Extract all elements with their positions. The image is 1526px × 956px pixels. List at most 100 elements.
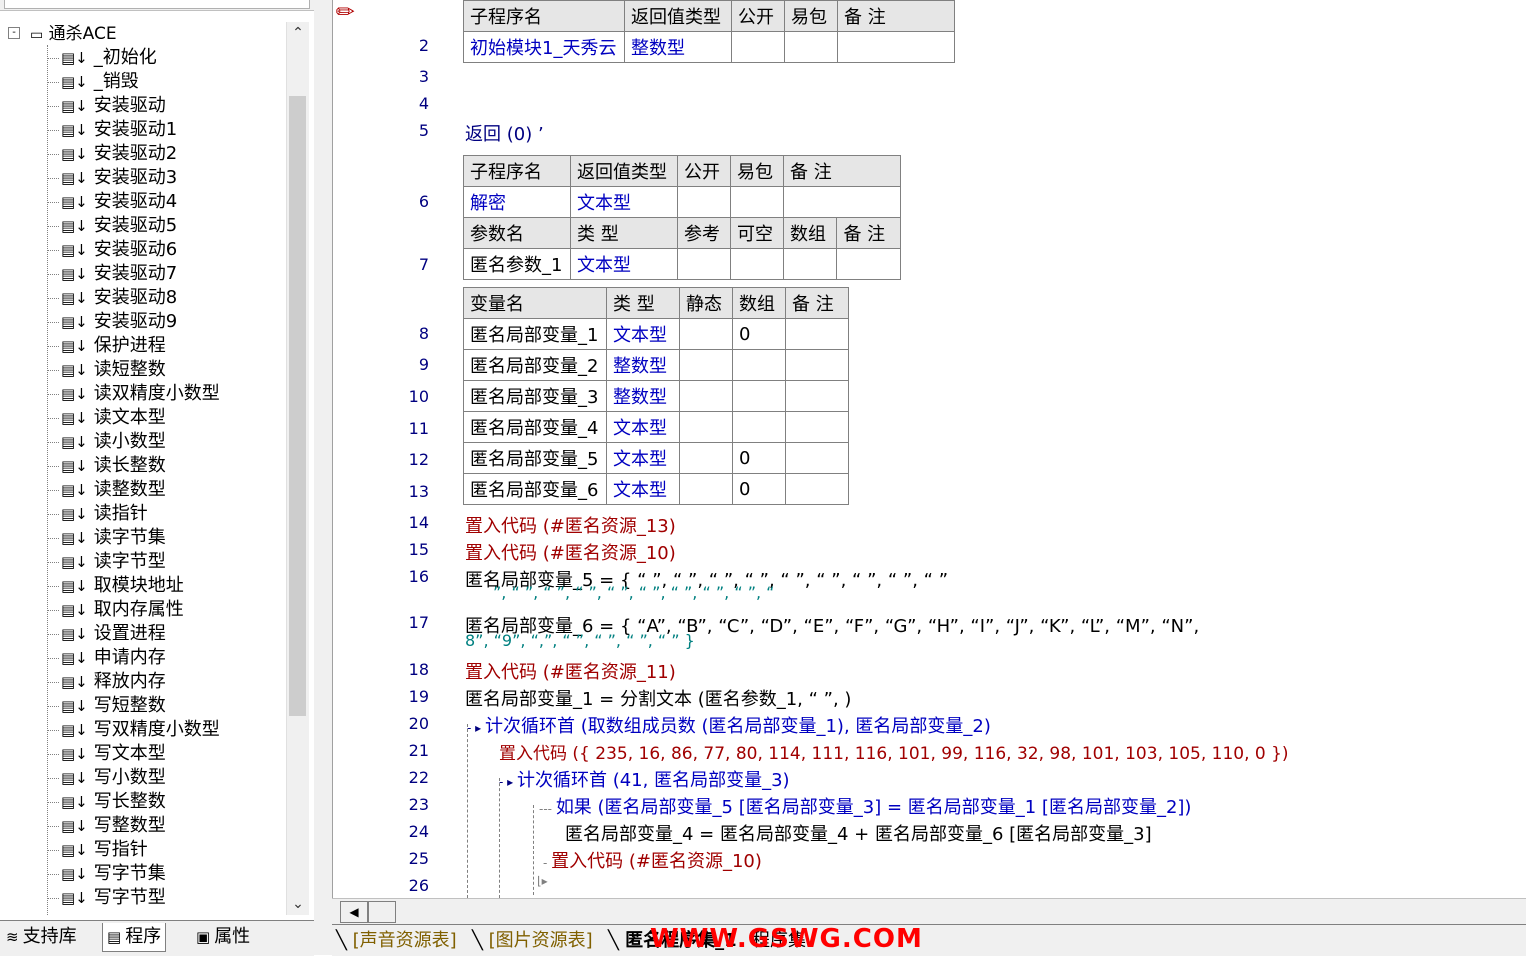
return-type[interactable]: 文本型 bbox=[570, 186, 678, 218]
var-static[interactable] bbox=[679, 442, 733, 474]
tree-item[interactable]: ▤↓ 读字节型 bbox=[47, 550, 166, 574]
param-nullable[interactable] bbox=[730, 248, 784, 280]
code-line-24[interactable]: 匿名局部变量_4 = 匿名局部变量_4 + 匿名局部变量_6 [匿名局部变量_3… bbox=[565, 820, 1152, 846]
tree-item[interactable]: ▤↓ 安装驱动3 bbox=[47, 166, 177, 190]
scroll-thumb[interactable] bbox=[289, 96, 306, 716]
var-type[interactable]: 整数型 bbox=[606, 380, 680, 412]
tree-item[interactable]: ▤↓ 安装驱动6 bbox=[47, 238, 177, 262]
return-type[interactable]: 整数型 bbox=[624, 31, 732, 63]
var-type[interactable]: 文本型 bbox=[606, 442, 680, 474]
var-remark[interactable] bbox=[785, 380, 849, 412]
var-remark[interactable] bbox=[785, 349, 849, 381]
var-remark[interactable] bbox=[785, 473, 849, 505]
tree-item[interactable]: ▤↓ 读文本型 bbox=[47, 406, 166, 430]
tab-sound-resources[interactable]: ╲ [声音资源表] bbox=[336, 928, 457, 954]
tree-item[interactable]: ▤↓ 写长整数 bbox=[47, 790, 166, 814]
var-type[interactable]: 整数型 bbox=[606, 349, 680, 381]
tree-item[interactable]: ▤↓ 安装驱动5 bbox=[47, 214, 177, 238]
var-array[interactable] bbox=[732, 380, 786, 412]
param-remark[interactable] bbox=[836, 248, 901, 280]
var-name[interactable]: 匿名局部变量_1 bbox=[463, 318, 607, 350]
scroll-down-icon[interactable]: ⌄ bbox=[287, 893, 309, 915]
var-type[interactable]: 文本型 bbox=[606, 411, 680, 443]
tree-scrollbar[interactable]: ⌃ ⌄ bbox=[286, 22, 309, 915]
tree-item[interactable]: ▤↓ 写短整数 bbox=[47, 694, 166, 718]
tree-item[interactable]: ▤↓ 设置进程 bbox=[47, 622, 166, 646]
var-remark[interactable] bbox=[785, 318, 849, 350]
tab-properties[interactable]: ▣ 属性 bbox=[196, 923, 250, 951]
scroll-right-button[interactable] bbox=[368, 901, 396, 923]
tree-item[interactable]: ▤↓ 读指针 bbox=[47, 502, 148, 526]
var-array[interactable]: 0 bbox=[732, 442, 786, 474]
code-line-17-wrap[interactable]: 8”, “9”, “,”, “ ”, “ ”, “ ”, “ ” } bbox=[465, 631, 695, 650]
var-type[interactable]: 文本型 bbox=[606, 473, 680, 505]
variable-row[interactable]: 匿名局部变量_3 整数型 bbox=[463, 380, 849, 412]
tree-item[interactable]: ▤↓ 写字节型 bbox=[47, 886, 166, 910]
subroutine-name[interactable]: 解密 bbox=[463, 186, 571, 218]
var-array[interactable] bbox=[732, 411, 786, 443]
tree-item[interactable]: ▤↓ 写双精度小数型 bbox=[47, 718, 220, 742]
tab-support-library[interactable]: ≋ 支持库 bbox=[6, 923, 77, 951]
var-array[interactable] bbox=[732, 349, 786, 381]
tree-item[interactable]: ▤↓ 读短整数 bbox=[47, 358, 166, 382]
code-line-23[interactable]: --- 如果 (匿名局部变量_5 [匿名局部变量_3] = 匿名局部变量_1 [… bbox=[539, 793, 1191, 819]
var-static[interactable] bbox=[679, 349, 733, 381]
tree-root-module[interactable]: ▭ 通杀ACE bbox=[30, 22, 117, 46]
var-name[interactable]: 匿名局部变量_3 bbox=[463, 380, 607, 412]
code-line-16-wrap[interactable]: ”, “ ”, “ ”, “ ”, “ ”, “ ”, “ ”, “ ”, “ … bbox=[493, 583, 774, 602]
variable-row[interactable]: 匿名局部变量_6 文本型 0 bbox=[463, 473, 849, 505]
tree-item[interactable]: ▤↓ 读双精度小数型 bbox=[47, 382, 220, 406]
easy-package-cell[interactable] bbox=[784, 31, 838, 63]
param-array[interactable] bbox=[782, 248, 838, 280]
code-line-20[interactable]: - ▸ 计次循环首 (取数组成员数 (匿名局部变量_1), 匿名局部变量_2) bbox=[467, 712, 991, 738]
tree-item[interactable]: ▤↓ 写指针 bbox=[47, 838, 148, 862]
tree-item[interactable]: ▤↓ 安装驱动8 bbox=[47, 286, 177, 310]
var-array[interactable]: 0 bbox=[732, 318, 786, 350]
tree-item[interactable]: ▤↓ 写整数型 bbox=[47, 814, 166, 838]
tree-item[interactable]: ▤↓ 写字节集 bbox=[47, 862, 166, 886]
code-line-25[interactable]: - 置入代码 (#匿名资源_10) bbox=[543, 847, 762, 873]
variable-row[interactable]: 匿名局部变量_5 文本型 0 bbox=[463, 442, 849, 474]
public-cell[interactable] bbox=[677, 186, 731, 218]
variable-row[interactable]: 匿名局部变量_2 整数型 bbox=[463, 349, 849, 381]
var-name[interactable]: 匿名局部变量_4 bbox=[463, 411, 607, 443]
remark-cell[interactable] bbox=[837, 31, 955, 63]
collapse-toggle[interactable]: - bbox=[8, 27, 20, 39]
param-reference[interactable] bbox=[677, 248, 731, 280]
tab-program[interactable]: ▤ 程序 bbox=[102, 923, 167, 952]
tree-item[interactable]: ▤↓ 读长整数 bbox=[47, 454, 166, 478]
tree-item[interactable]: ▤↓ 释放内存 bbox=[47, 670, 166, 694]
var-static[interactable] bbox=[679, 318, 733, 350]
tree-item[interactable]: ▤↓ 取内存属性 bbox=[47, 598, 184, 622]
splitter[interactable] bbox=[314, 0, 332, 955]
variable-row[interactable]: 匿名局部变量_1 文本型 0 bbox=[463, 318, 849, 350]
tree-item[interactable]: ▤↓ 读整数型 bbox=[47, 478, 166, 502]
code-line-22[interactable]: - ▸ 计次循环首 (41, 匿名局部变量_3) bbox=[499, 766, 790, 792]
easy-package-cell[interactable] bbox=[730, 186, 784, 218]
scroll-up-icon[interactable]: ⌃ bbox=[287, 22, 309, 44]
tree-item[interactable]: ▤↓ 读字节集 bbox=[47, 526, 166, 550]
tree-item[interactable]: ▤↓ 保护进程 bbox=[47, 334, 166, 358]
tree-item[interactable]: ▤↓ 安装驱动 bbox=[47, 94, 166, 118]
var-static[interactable] bbox=[679, 411, 733, 443]
tree-item[interactable]: ▤↓ 写小数型 bbox=[47, 766, 166, 790]
code-line-18[interactable]: 置入代码 (#匿名资源_11) bbox=[465, 658, 676, 684]
code-editor[interactable]: ✎ 子程序名 返回值类型 公开 易包 备 注 初始模块1_天秀云 整数型 234… bbox=[332, 0, 1526, 898]
tree-item[interactable]: ▤↓ 读小数型 bbox=[47, 430, 166, 454]
var-static[interactable] bbox=[679, 380, 733, 412]
tree-item[interactable]: ▤↓ 申请内存 bbox=[47, 646, 166, 670]
var-remark[interactable] bbox=[785, 411, 849, 443]
tree-item[interactable]: ▤↓ 安装驱动1 bbox=[47, 118, 177, 142]
code-line-5[interactable]: 返回 (0) ’ bbox=[465, 120, 544, 146]
code-line-15[interactable]: 置入代码 (#匿名资源_10) bbox=[465, 539, 676, 565]
var-name[interactable]: 匿名局部变量_5 bbox=[463, 442, 607, 474]
var-static[interactable] bbox=[679, 473, 733, 505]
remark-cell[interactable] bbox=[783, 186, 901, 218]
var-array[interactable]: 0 bbox=[732, 473, 786, 505]
tree-item[interactable]: ▤↓ _初始化 bbox=[47, 46, 157, 70]
var-remark[interactable] bbox=[785, 442, 849, 474]
code-line-21[interactable]: 置入代码 ({ 235, 16, 86, 77, 80, 114, 111, 1… bbox=[499, 739, 1289, 764]
tree-item[interactable]: ▤↓ 安装驱动7 bbox=[47, 262, 177, 286]
var-name[interactable]: 匿名局部变量_6 bbox=[463, 473, 607, 505]
code-line-14[interactable]: 置入代码 (#匿名资源_13) bbox=[465, 512, 676, 538]
